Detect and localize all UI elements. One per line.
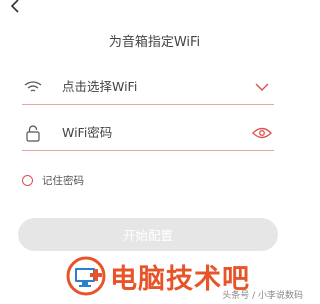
wifi-select-label: 点击选择WiFi: [62, 79, 138, 94]
back-button[interactable]: [6, 0, 24, 16]
back-icon: [10, 0, 19, 13]
wifi-icon: [24, 78, 42, 96]
remember-radio[interactable]: [22, 174, 33, 186]
password-row[interactable]: WiFi密码: [22, 118, 274, 151]
remember-password-option[interactable]: 记住密码: [22, 171, 84, 189]
lock-icon: [24, 124, 42, 142]
chevron-down-icon[interactable]: [252, 78, 272, 96]
start-config-button[interactable]: 开始配置: [18, 218, 278, 251]
page-title: 为音箱指定WiFi: [108, 35, 201, 50]
remember-label: 记住密码: [42, 174, 84, 187]
eye-icon[interactable]: [252, 124, 272, 142]
watermark-credit: 头条号 / 小李说数码: [222, 291, 303, 301]
logo-icon: [66, 256, 106, 296]
password-field: WiFi密码: [62, 125, 113, 140]
wifi-select-row[interactable]: 点击选择WiFi: [22, 72, 274, 105]
